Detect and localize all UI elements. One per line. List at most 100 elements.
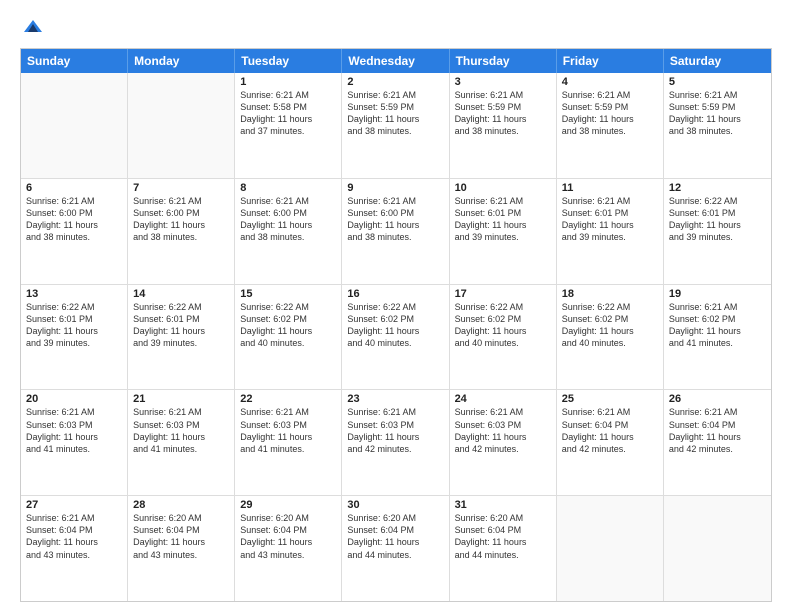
day-number: 29	[240, 499, 336, 511]
cell-line: Daylight: 11 hours	[240, 113, 336, 125]
day-number: 18	[562, 288, 658, 300]
cell-line: Sunset: 6:01 PM	[133, 313, 229, 325]
day-number: 16	[347, 288, 443, 300]
calendar-day-1: 1Sunrise: 6:21 AMSunset: 5:58 PMDaylight…	[235, 73, 342, 178]
cell-line: Sunset: 6:00 PM	[347, 207, 443, 219]
cell-line: and 41 minutes.	[133, 443, 229, 455]
cell-line: Daylight: 11 hours	[347, 219, 443, 231]
calendar-day-6: 6Sunrise: 6:21 AMSunset: 6:00 PMDaylight…	[21, 179, 128, 284]
logo-text	[20, 16, 44, 38]
cell-line: Sunset: 5:59 PM	[562, 101, 658, 113]
day-number: 2	[347, 76, 443, 88]
cell-line: and 43 minutes.	[240, 549, 336, 561]
cell-line: and 39 minutes.	[133, 337, 229, 349]
calendar-day-23: 23Sunrise: 6:21 AMSunset: 6:03 PMDayligh…	[342, 390, 449, 495]
day-number: 19	[669, 288, 766, 300]
calendar-week-1: 1Sunrise: 6:21 AMSunset: 5:58 PMDaylight…	[21, 73, 771, 179]
cell-line: Daylight: 11 hours	[240, 219, 336, 231]
cell-line: Sunset: 6:03 PM	[133, 419, 229, 431]
calendar-day-empty	[128, 73, 235, 178]
cell-line: and 38 minutes.	[455, 125, 551, 137]
cell-line: Sunrise: 6:20 AM	[133, 512, 229, 524]
cell-line: and 40 minutes.	[562, 337, 658, 349]
cell-line: Daylight: 11 hours	[347, 325, 443, 337]
cell-line: Sunrise: 6:22 AM	[562, 301, 658, 313]
cell-line: Sunrise: 6:21 AM	[347, 89, 443, 101]
cell-line: Sunrise: 6:20 AM	[240, 512, 336, 524]
cell-line: Daylight: 11 hours	[26, 431, 122, 443]
day-number: 10	[455, 182, 551, 194]
day-number: 17	[455, 288, 551, 300]
cell-line: Sunrise: 6:22 AM	[455, 301, 551, 313]
day-number: 22	[240, 393, 336, 405]
cell-line: and 41 minutes.	[669, 337, 766, 349]
header-day-monday: Monday	[128, 49, 235, 73]
calendar-day-28: 28Sunrise: 6:20 AMSunset: 6:04 PMDayligh…	[128, 496, 235, 601]
cell-line: Daylight: 11 hours	[347, 113, 443, 125]
cell-line: Sunrise: 6:21 AM	[26, 406, 122, 418]
cell-line: and 40 minutes.	[455, 337, 551, 349]
cell-line: and 39 minutes.	[562, 231, 658, 243]
cell-line: and 39 minutes.	[26, 337, 122, 349]
calendar-day-10: 10Sunrise: 6:21 AMSunset: 6:01 PMDayligh…	[450, 179, 557, 284]
cell-line: Sunset: 6:03 PM	[26, 419, 122, 431]
cell-line: Sunset: 6:00 PM	[133, 207, 229, 219]
cell-line: and 38 minutes.	[26, 231, 122, 243]
calendar-week-5: 27Sunrise: 6:21 AMSunset: 6:04 PMDayligh…	[21, 496, 771, 601]
day-number: 31	[455, 499, 551, 511]
day-number: 3	[455, 76, 551, 88]
cell-line: Sunset: 6:03 PM	[240, 419, 336, 431]
cell-line: Sunrise: 6:21 AM	[347, 406, 443, 418]
cell-line: Sunrise: 6:21 AM	[562, 406, 658, 418]
cell-line: and 38 minutes.	[669, 125, 766, 137]
day-number: 5	[669, 76, 766, 88]
calendar-day-14: 14Sunrise: 6:22 AMSunset: 6:01 PMDayligh…	[128, 285, 235, 390]
cell-line: Sunset: 6:02 PM	[347, 313, 443, 325]
day-number: 1	[240, 76, 336, 88]
cell-line: Sunrise: 6:21 AM	[455, 89, 551, 101]
cell-line: and 42 minutes.	[347, 443, 443, 455]
header-day-saturday: Saturday	[664, 49, 771, 73]
cell-line: Daylight: 11 hours	[455, 113, 551, 125]
calendar-day-3: 3Sunrise: 6:21 AMSunset: 5:59 PMDaylight…	[450, 73, 557, 178]
cell-line: Sunrise: 6:21 AM	[455, 406, 551, 418]
day-number: 11	[562, 182, 658, 194]
header-day-friday: Friday	[557, 49, 664, 73]
cell-line: and 38 minutes.	[347, 125, 443, 137]
calendar-day-31: 31Sunrise: 6:20 AMSunset: 6:04 PMDayligh…	[450, 496, 557, 601]
cell-line: Sunrise: 6:21 AM	[240, 406, 336, 418]
page: SundayMondayTuesdayWednesdayThursdayFrid…	[0, 0, 792, 612]
cell-line: Sunrise: 6:21 AM	[133, 406, 229, 418]
cell-line: Daylight: 11 hours	[347, 536, 443, 548]
cell-line: and 38 minutes.	[240, 231, 336, 243]
cell-line: Daylight: 11 hours	[133, 325, 229, 337]
calendar-day-12: 12Sunrise: 6:22 AMSunset: 6:01 PMDayligh…	[664, 179, 771, 284]
cell-line: and 37 minutes.	[240, 125, 336, 137]
cell-line: Sunrise: 6:21 AM	[669, 406, 766, 418]
calendar-day-22: 22Sunrise: 6:21 AMSunset: 6:03 PMDayligh…	[235, 390, 342, 495]
calendar: SundayMondayTuesdayWednesdayThursdayFrid…	[20, 48, 772, 602]
cell-line: Daylight: 11 hours	[562, 431, 658, 443]
cell-line: Daylight: 11 hours	[133, 219, 229, 231]
calendar-day-27: 27Sunrise: 6:21 AMSunset: 6:04 PMDayligh…	[21, 496, 128, 601]
calendar-day-5: 5Sunrise: 6:21 AMSunset: 5:59 PMDaylight…	[664, 73, 771, 178]
day-number: 7	[133, 182, 229, 194]
cell-line: Sunset: 5:58 PM	[240, 101, 336, 113]
cell-line: and 41 minutes.	[26, 443, 122, 455]
cell-line: Sunset: 6:02 PM	[562, 313, 658, 325]
cell-line: Sunset: 6:01 PM	[26, 313, 122, 325]
calendar-day-24: 24Sunrise: 6:21 AMSunset: 6:03 PMDayligh…	[450, 390, 557, 495]
calendar-day-19: 19Sunrise: 6:21 AMSunset: 6:02 PMDayligh…	[664, 285, 771, 390]
cell-line: and 44 minutes.	[455, 549, 551, 561]
cell-line: and 40 minutes.	[347, 337, 443, 349]
calendar-day-11: 11Sunrise: 6:21 AMSunset: 6:01 PMDayligh…	[557, 179, 664, 284]
cell-line: Daylight: 11 hours	[455, 219, 551, 231]
calendar-week-3: 13Sunrise: 6:22 AMSunset: 6:01 PMDayligh…	[21, 285, 771, 391]
cell-line: Sunrise: 6:21 AM	[669, 89, 766, 101]
cell-line: Sunset: 6:02 PM	[240, 313, 336, 325]
cell-line: Daylight: 11 hours	[26, 536, 122, 548]
cell-line: Sunset: 6:04 PM	[26, 524, 122, 536]
cell-line: Daylight: 11 hours	[562, 325, 658, 337]
logo-icon	[22, 16, 44, 38]
cell-line: Sunset: 6:01 PM	[669, 207, 766, 219]
